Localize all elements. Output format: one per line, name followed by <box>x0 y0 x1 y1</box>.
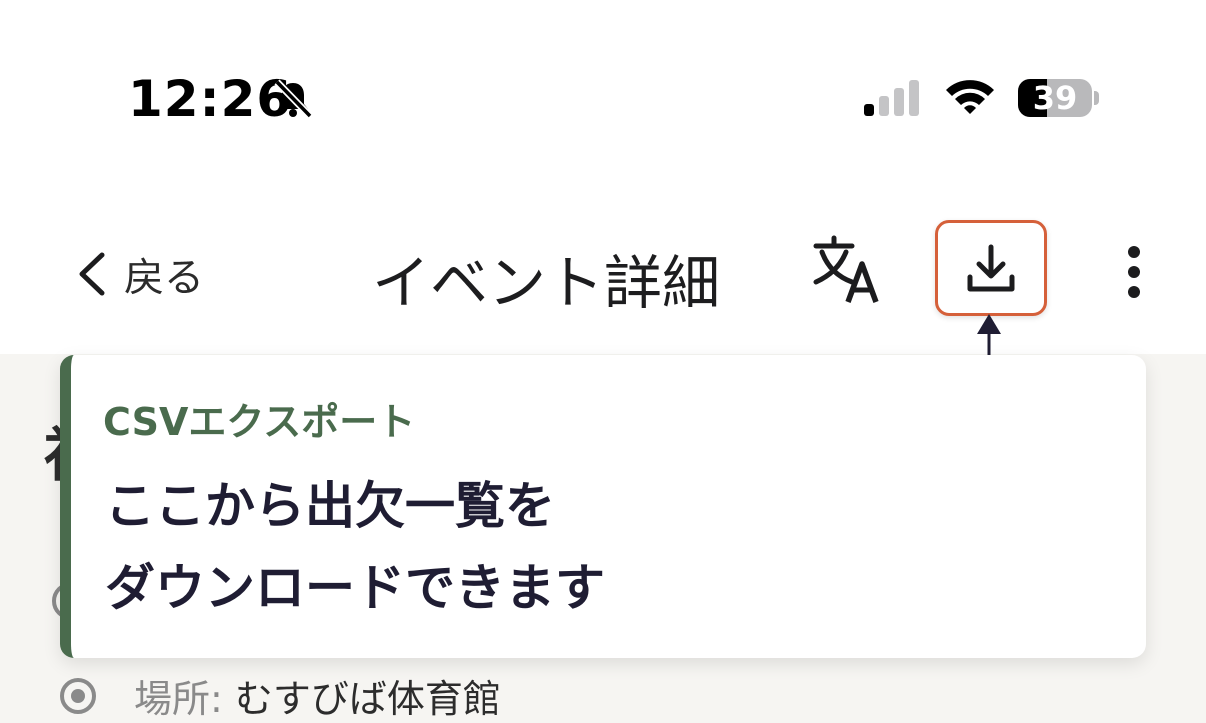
tooltip-line-2: ダウンロードできます <box>105 559 605 617</box>
venue-value: むすびば体育館 <box>234 677 501 721</box>
download-button[interactable] <box>935 220 1047 316</box>
pointer-arrow-icon <box>977 314 1001 358</box>
location-pin-icon <box>60 678 96 714</box>
csv-export-tooltip[interactable]: CSVエクスポート ここから出欠一覧を ダウンロードできます <box>60 355 1146 658</box>
venue-label: 場所: <box>134 677 223 721</box>
bell-slash-icon <box>274 79 313 119</box>
tooltip-title: CSVエクスポート <box>103 400 416 444</box>
battery-icon: 39 <box>1018 79 1092 117</box>
signal-bar <box>864 104 874 116</box>
back-button[interactable]: 戻る <box>70 234 204 314</box>
status-bar: 12:26 39 <box>0 0 1206 190</box>
cellular-signal-icon <box>864 80 919 116</box>
more-vertical-icon[interactable] <box>1112 242 1156 302</box>
signal-bar <box>909 80 919 116</box>
tooltip-message: ここから出欠一覧を ダウンロードできます <box>105 465 605 629</box>
status-time: 12:26 <box>128 70 293 128</box>
venue-row: 場所: むすびば体育館 <box>134 668 501 723</box>
translate-icon[interactable] <box>808 230 888 310</box>
download-icon <box>967 244 1015 292</box>
back-label: 戻る <box>124 255 204 301</box>
wifi-icon <box>946 80 994 114</box>
battery-cap <box>1094 91 1099 105</box>
battery-percent: 39 <box>1032 79 1078 117</box>
signal-bar <box>894 88 904 116</box>
nav-bar: 戻る イベント詳細 <box>0 190 1206 354</box>
signal-bar <box>879 96 889 116</box>
tooltip-line-1: ここから出欠一覧を <box>105 477 555 535</box>
page-title: イベント詳細 <box>372 249 721 317</box>
chevron-left-icon <box>79 252 105 296</box>
